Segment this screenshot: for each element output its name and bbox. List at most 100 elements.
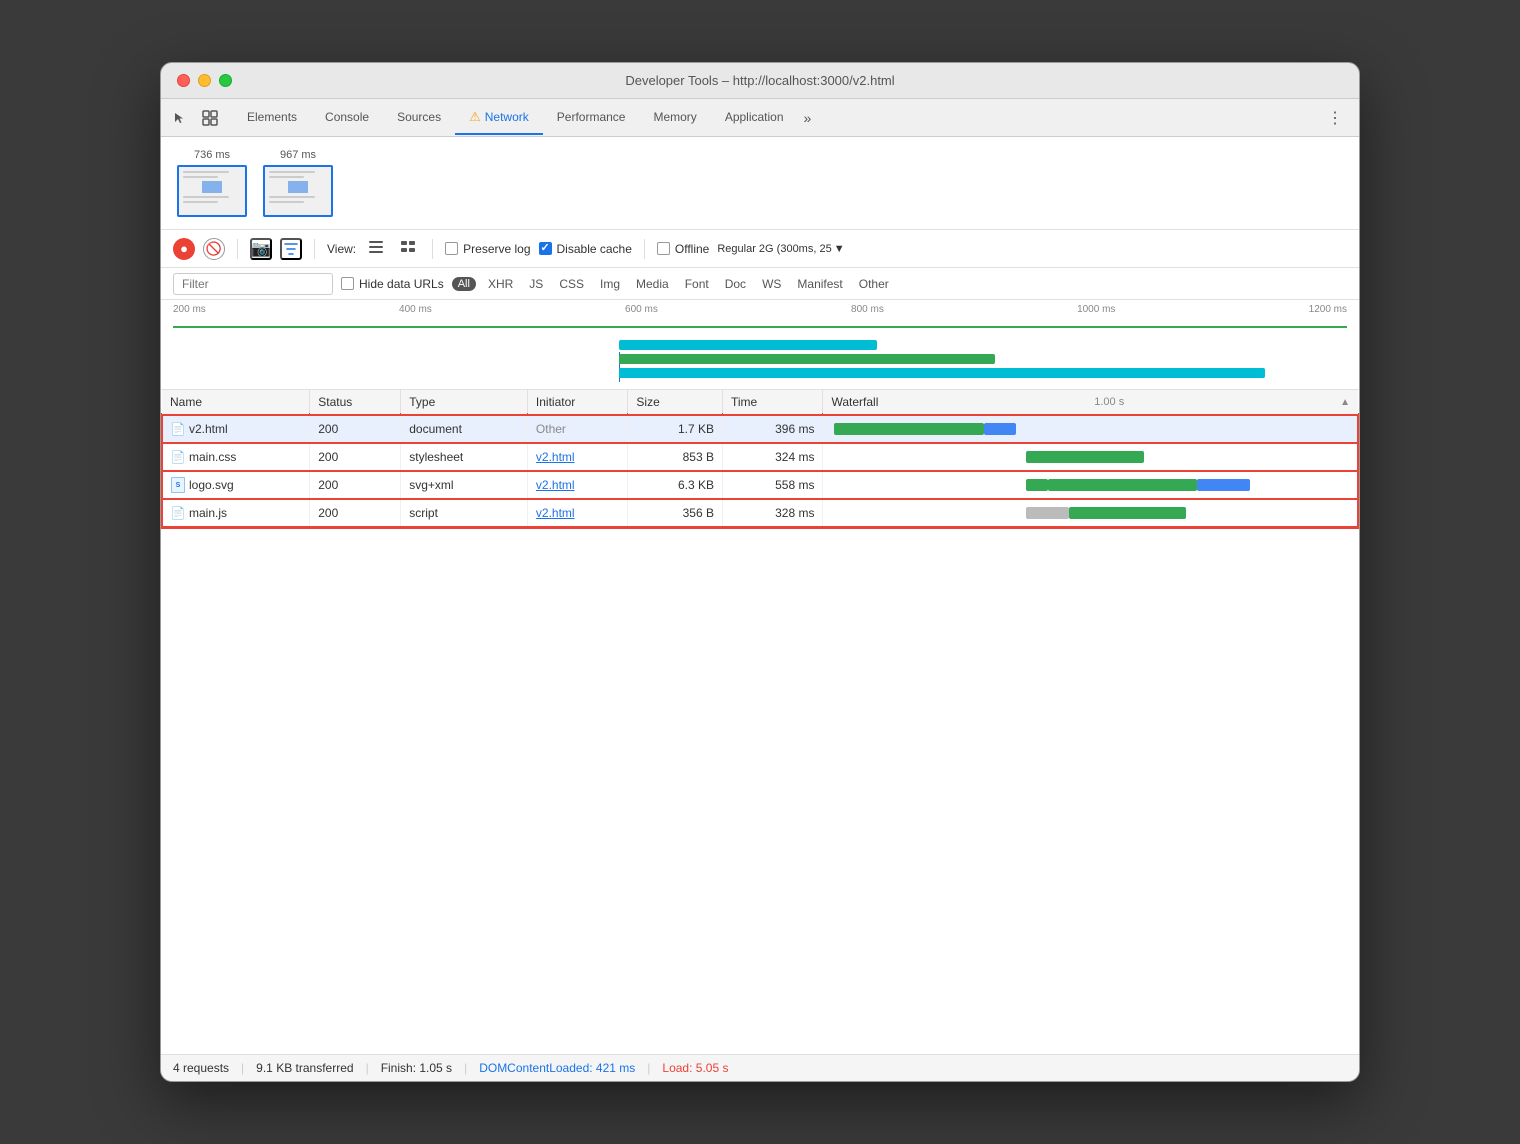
cell-status: 200 [310,499,401,527]
tab-network[interactable]: ⚠ Network [455,101,543,135]
detail-view-button[interactable] [396,238,420,259]
cell-waterfall [823,471,1358,499]
waterfall-label: Waterfall [831,395,878,409]
filter-button[interactable] [280,238,302,260]
cell-status: 200 [310,443,401,471]
cursor-icon[interactable] [169,107,191,129]
screenshot-item[interactable]: 967 ms [263,149,333,217]
devtools-menu-button[interactable]: ⋮ [1319,104,1351,132]
requests-count: 4 requests [173,1061,229,1075]
screenshot-thumb[interactable] [177,165,247,217]
network-toolbar: ● 🚫 📷 View: [161,230,1359,268]
more-tabs-button[interactable]: » [798,102,818,134]
cell-initiator[interactable]: v2.html [527,471,628,499]
preserve-log-label[interactable]: Preserve log [445,242,530,256]
network-rows: 📄v2.html200documentOther1.7 KB396 ms📄mai… [162,415,1358,527]
cell-initiator[interactable]: v2.html [527,499,628,527]
table-row[interactable]: Slogo.svg200svg+xmlv2.html6.3 KB558 ms [162,471,1358,499]
filter-type-doc[interactable]: Doc [721,275,750,293]
load-time: Load: 5.05 s [662,1061,728,1075]
tab-console[interactable]: Console [311,102,383,134]
cell-initiator: Other [527,415,628,443]
filter-type-all[interactable]: All [452,277,476,291]
maximize-button[interactable] [219,74,232,87]
screenshot-thumb[interactable] [263,165,333,217]
filter-type-font[interactable]: Font [681,275,713,293]
cell-size: 1.7 KB [628,415,723,443]
tab-bar: Elements Console Sources ⚠ Network Perfo… [161,99,1359,137]
cell-waterfall [823,415,1358,443]
filter-type-manifest[interactable]: Manifest [793,275,846,293]
devtools-window: Developer Tools – http://localhost:3000/… [160,62,1360,1082]
divider [237,239,238,259]
inspect-icon[interactable] [199,107,221,129]
hide-data-urls-text: Hide data URLs [359,277,444,291]
table-row[interactable]: 📄v2.html200documentOther1.7 KB396 ms [162,415,1358,443]
filter-type-ws[interactable]: WS [758,275,785,293]
screenshot-item[interactable]: 736 ms [177,149,247,217]
col-type[interactable]: Type [401,390,528,415]
throttle-select[interactable]: Regular 2G (300ms, 25 ▼ [717,243,844,255]
tab-application[interactable]: Application [711,102,798,134]
cell-waterfall [823,443,1358,471]
table-row[interactable]: 📄main.css200stylesheetv2.html853 B324 ms [162,443,1358,471]
col-time[interactable]: Time [722,390,823,415]
tab-memory[interactable]: Memory [639,102,710,134]
cell-time: 324 ms [722,443,823,471]
filter-input[interactable] [173,273,333,295]
minimize-button[interactable] [198,74,211,87]
filter-type-xhr[interactable]: XHR [484,275,517,293]
transferred-size: 9.1 KB transferred [256,1061,353,1075]
cell-type: script [401,499,528,527]
waterfall-time: 1.00 s [1094,396,1124,408]
dom-content-loaded[interactable]: DOMContentLoaded: 421 ms [479,1061,635,1075]
hide-data-urls-label[interactable]: Hide data URLs [341,277,444,291]
offline-label[interactable]: Offline [657,242,709,256]
title-bar: Developer Tools – http://localhost:3000/… [161,63,1359,99]
close-button[interactable] [177,74,190,87]
filter-type-other[interactable]: Other [855,275,893,293]
cell-type: document [401,415,528,443]
record-button[interactable]: ● [173,238,195,260]
table-header-row: Name Status Type Initiator Size Time Wat… [162,390,1358,415]
cell-name: 📄main.css [162,443,310,471]
filter-type-img[interactable]: Img [596,275,624,293]
disable-cache-checkbox[interactable] [539,242,552,255]
col-name[interactable]: Name [162,390,310,415]
timeline-bar[interactable]: 200 ms 400 ms 600 ms 800 ms 1000 ms 1200… [161,300,1359,390]
screenshot-time: 736 ms [194,149,230,161]
filter-type-js[interactable]: JS [525,275,547,293]
tab-elements[interactable]: Elements [233,102,311,134]
timeline-bar-2 [619,354,995,364]
screenshot-time: 967 ms [280,149,316,161]
col-initiator[interactable]: Initiator [527,390,628,415]
cell-waterfall [823,499,1358,527]
cell-type: stylesheet [401,443,528,471]
finish-time: Finish: 1.05 s [381,1061,452,1075]
col-status[interactable]: Status [310,390,401,415]
cell-status: 200 [310,415,401,443]
col-size[interactable]: Size [628,390,723,415]
preserve-log-checkbox[interactable] [445,242,458,255]
filter-type-media[interactable]: Media [632,275,673,293]
disable-cache-label[interactable]: Disable cache [539,242,632,256]
camera-button[interactable]: 📷 [250,238,272,260]
cell-size: 853 B [628,443,723,471]
tab-performance[interactable]: Performance [543,102,640,134]
network-table: Name Status Type Initiator Size Time Wat… [161,390,1359,528]
cell-initiator[interactable]: v2.html [527,443,628,471]
table-row[interactable]: 📄main.js200scriptv2.html356 B328 ms [162,499,1358,527]
offline-checkbox[interactable] [657,242,670,255]
cell-name: 📄v2.html [162,415,310,443]
status-bar: 4 requests | 9.1 KB transferred | Finish… [161,1054,1359,1081]
tick-400: 400 ms [399,304,432,315]
hide-data-urls-checkbox[interactable] [341,277,354,290]
tab-sources[interactable]: Sources [383,102,455,134]
filter-type-css[interactable]: CSS [555,275,588,293]
filter-bar: Hide data URLs All XHR JS CSS Img Media … [161,268,1359,300]
col-waterfall[interactable]: Waterfall 1.00 s ▲ [823,390,1358,415]
network-table-container[interactable]: Name Status Type Initiator Size Time Wat… [161,390,1359,1054]
list-view-button[interactable] [364,238,388,259]
clear-button[interactable]: 🚫 [203,238,225,260]
cell-name: 📄main.js [162,499,310,527]
